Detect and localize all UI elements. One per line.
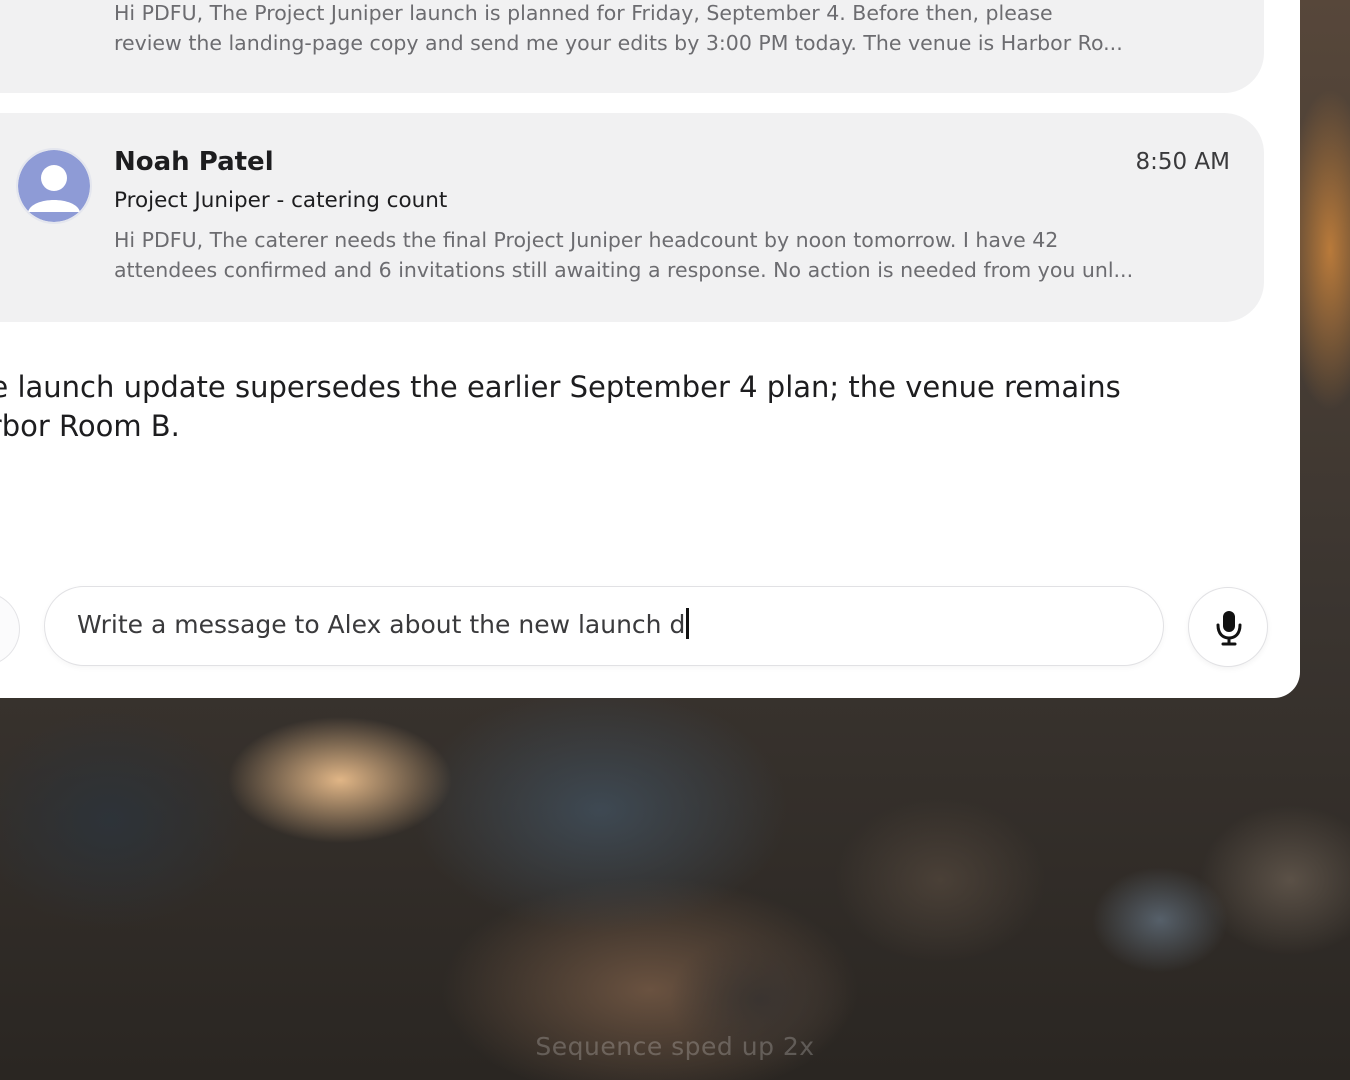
microphone-button[interactable] <box>1188 587 1268 667</box>
attach-button[interactable] <box>0 592 20 666</box>
email-subject: Project Juniper - catering count <box>114 188 448 213</box>
assistant-response-line-1: he launch update supersedes the earlier … <box>0 370 1121 404</box>
person-avatar-icon <box>16 148 92 224</box>
assistant-response-line-2: arbor Room B. <box>0 409 180 443</box>
microphone-icon <box>1216 611 1242 646</box>
email-preview-line-1: Hi PDFU, The caterer needs the final Pro… <box>114 228 1059 252</box>
email-time: 8:50 AM <box>1135 149 1230 175</box>
email-card[interactable]: Hi PDFU, The Project Juniper launch is p… <box>0 0 1264 93</box>
assistant-response: he launch update supersedes the earlier … <box>0 368 1172 446</box>
email-preview-line-2: attendees confirmed and 6 invitations st… <box>114 258 1134 282</box>
video-caption: Sequence sped up 2x <box>535 1032 815 1061</box>
email-card[interactable]: Noah Patel 8:50 AM Project Juniper - cat… <box>0 113 1264 322</box>
text-caret <box>686 608 690 639</box>
email-preview-line-2: review the landing-page copy and send me… <box>114 31 1123 55</box>
email-sender: Noah Patel <box>114 147 274 177</box>
email-preview-line-1: Hi PDFU, The Project Juniper launch is p… <box>114 1 1053 25</box>
assistant-panel: Hi PDFU, The Project Juniper launch is p… <box>0 0 1300 698</box>
message-input-value: Write a message to Alex about the new la… <box>77 610 686 639</box>
message-input[interactable]: Write a message to Alex about the new la… <box>44 586 1164 666</box>
